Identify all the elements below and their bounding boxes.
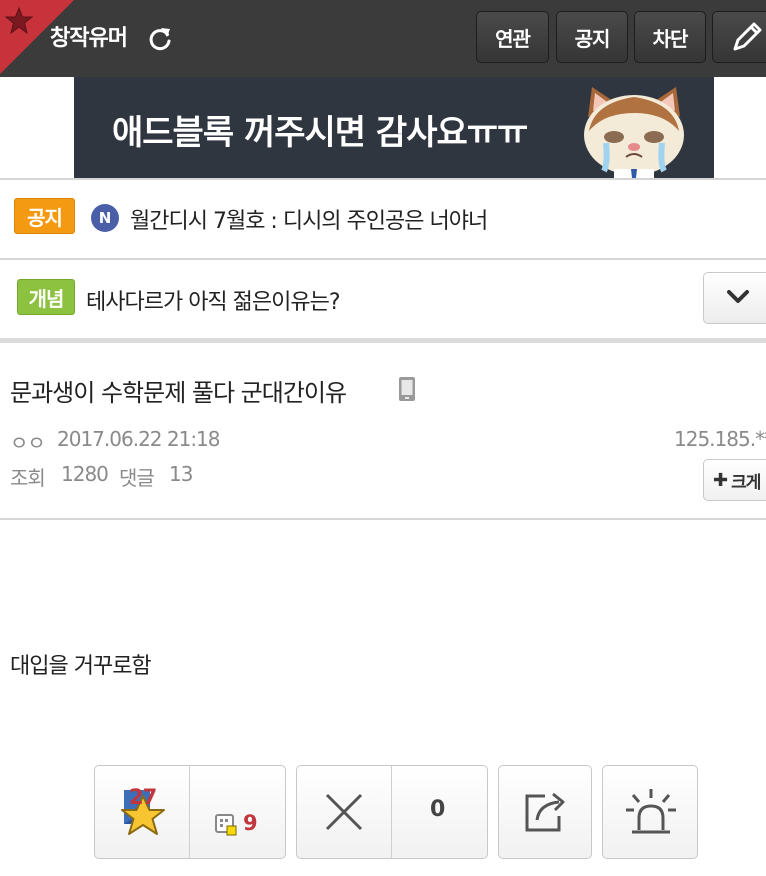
crying-cat-icon bbox=[584, 87, 684, 178]
top-header: 창작유머 연관 공지 차단 bbox=[0, 0, 766, 77]
block-button[interactable]: 차단 bbox=[634, 11, 706, 63]
vote-separator bbox=[189, 766, 190, 858]
divider bbox=[0, 518, 766, 520]
notice-button[interactable]: 공지 bbox=[556, 11, 628, 63]
bigger-label: 크게 bbox=[731, 472, 761, 493]
downvote-button[interactable] bbox=[296, 765, 488, 859]
share-icon bbox=[525, 792, 565, 832]
siren-icon bbox=[626, 789, 676, 834]
write-button[interactable] bbox=[712, 11, 766, 63]
comments-count: 13 bbox=[169, 462, 193, 486]
plus-icon: ✚ bbox=[713, 469, 728, 491]
fixed-upvote-count: 9 bbox=[243, 811, 258, 835]
divider bbox=[0, 338, 766, 343]
notice-link[interactable]: 월간디시 7월호 : 디시의 주인공은 너야너 bbox=[130, 203, 488, 235]
gallery-title[interactable]: 창작유머 bbox=[50, 20, 128, 52]
concept-tag: 개념 bbox=[17, 279, 75, 315]
related-button[interactable]: 연관 bbox=[476, 11, 549, 63]
vote-separator bbox=[391, 766, 392, 858]
x-icon bbox=[325, 793, 363, 831]
post-ip: 125.185.**.** bbox=[674, 427, 766, 451]
divider bbox=[0, 258, 766, 260]
fixed-user-icon bbox=[215, 814, 237, 836]
divider bbox=[0, 178, 766, 180]
views-label: 조회 bbox=[10, 466, 46, 490]
pencil-icon bbox=[733, 22, 762, 51]
bigger-text-button[interactable]: ✚ 크게 bbox=[703, 459, 766, 501]
ad-banner[interactable]: 애드블록 꺼주시면 감사요ㅠㅠ bbox=[74, 77, 714, 178]
ad-text: 애드블록 꺼주시면 감사요ㅠㅠ bbox=[112, 113, 528, 153]
refresh-icon[interactable] bbox=[147, 25, 175, 53]
mobile-icon bbox=[399, 377, 415, 401]
report-button[interactable] bbox=[602, 765, 698, 859]
upvote-count: 27 bbox=[129, 785, 157, 809]
post-body: 대입을 거꾸로함 bbox=[10, 654, 152, 679]
chevron-down-icon bbox=[727, 290, 749, 303]
expand-button[interactable] bbox=[703, 272, 766, 324]
downvote-count: 0 bbox=[430, 797, 446, 822]
post-title: 문과생이 수학문제 풀다 군대간이유 bbox=[10, 379, 347, 407]
share-button[interactable] bbox=[498, 765, 592, 859]
star-icon[interactable] bbox=[4, 6, 34, 36]
comments-label: 댓글 bbox=[119, 466, 155, 490]
views-count: 1280 bbox=[61, 462, 109, 486]
notice-tag: 공지 bbox=[14, 198, 75, 234]
post-author[interactable]: ㅇㅇ bbox=[10, 427, 46, 456]
concept-link[interactable]: 테사다르가 아직 젊은이유는? bbox=[86, 284, 341, 316]
new-badge: N bbox=[91, 204, 119, 232]
post-date: 2017.06.22 21:18 bbox=[57, 427, 221, 451]
